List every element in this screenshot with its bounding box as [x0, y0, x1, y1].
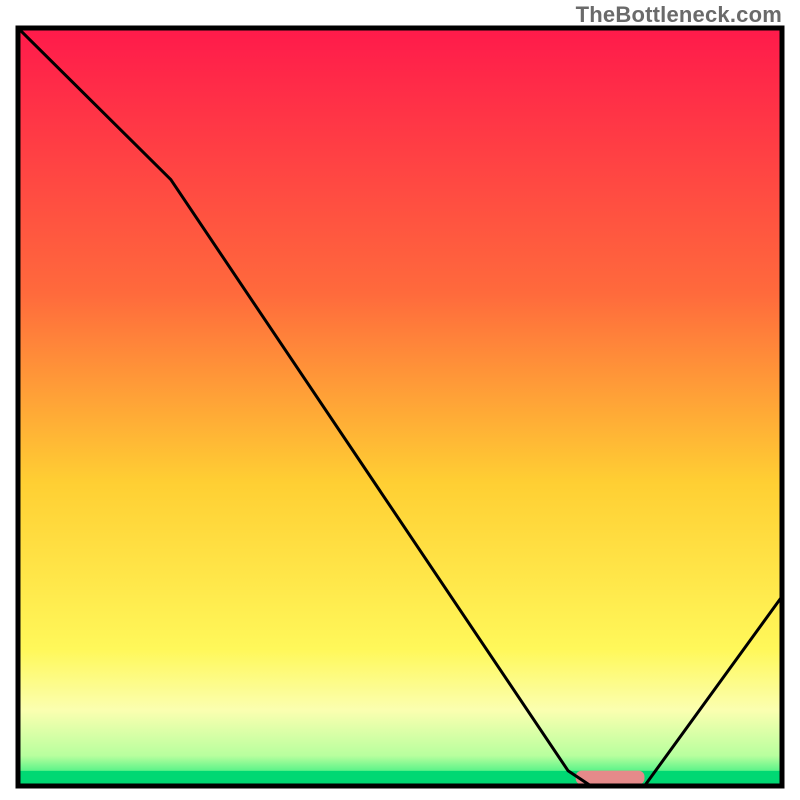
chart-container: TheBottleneck.com: [0, 0, 800, 800]
bottleneck-chart: [0, 0, 800, 800]
